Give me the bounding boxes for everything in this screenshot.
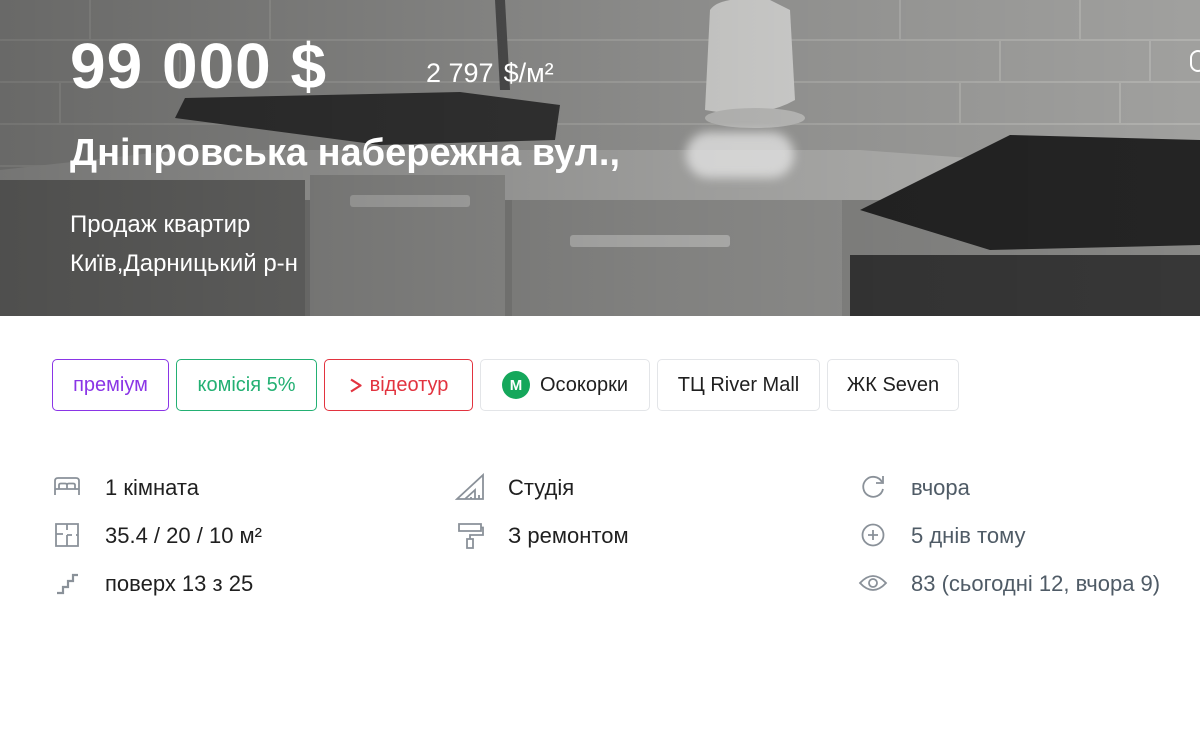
play-icon [349, 378, 362, 392]
detail-updated-text: вчора [911, 475, 970, 500]
tag-video-tour[interactable]: відеотур [324, 359, 473, 411]
detail-rooms-text: 1 кімната [105, 475, 199, 500]
tag-complex-label: ЖК Seven [846, 373, 940, 396]
listing-address: Дніпровська набережна вул., [70, 132, 620, 174]
detail-layout-text: Студія [508, 475, 575, 500]
tag-commission[interactable]: комісія 5% [176, 359, 317, 411]
tag-premium[interactable]: преміум [52, 359, 169, 411]
detail-floor-text: поверх 13 з 25 [105, 571, 254, 596]
tag-commission-label: комісія 5% [197, 373, 296, 396]
plus-circle-icon [858, 520, 888, 550]
tag-video-label: відеотур [369, 373, 449, 396]
tag-metro[interactable]: М Осокорки [480, 359, 650, 411]
address-redaction-blur [686, 132, 794, 178]
hero-action-icon[interactable] [1190, 50, 1200, 72]
detail-renovation-text: З ремонтом [508, 523, 629, 548]
bed-icon [52, 472, 82, 502]
floorplan-icon [52, 520, 82, 550]
tag-complex[interactable]: ЖК Seven [827, 359, 959, 411]
price-per-sqm: 2 797 $/м² [426, 56, 554, 90]
tag-metro-label: Осокорки [539, 373, 629, 396]
tag-mall[interactable]: ТЦ River Mall [657, 359, 820, 411]
detail-area-text: 35.4 / 20 / 10 м² [105, 523, 262, 548]
metro-icon: М [501, 371, 530, 399]
triangle-ruler-icon [455, 472, 485, 502]
price-per-sqm-unit: $/м² [503, 58, 554, 88]
listing-price: 99 000 $ [70, 30, 328, 102]
detail-created-text: 5 днів тому [911, 523, 1026, 548]
stairs-icon [52, 568, 82, 598]
listing-location[interactable]: Київ,Дарницький р-н [70, 249, 298, 279]
tag-premium-label: преміум [73, 373, 148, 396]
price-per-sqm-value: 2 797 [426, 58, 494, 88]
eye-icon [858, 568, 888, 598]
deal-type: Продаж квартир [70, 211, 251, 238]
listing-hero: 99 000 $ 2 797 $/м² Дніпровська набережна… [0, 0, 1200, 316]
refresh-icon [858, 472, 888, 502]
paint-roller-icon [455, 520, 485, 550]
tag-mall-label: ТЦ River Mall [677, 373, 800, 396]
detail-views-text: 83 (сьогодні 12, вчора 9) [911, 571, 1161, 596]
